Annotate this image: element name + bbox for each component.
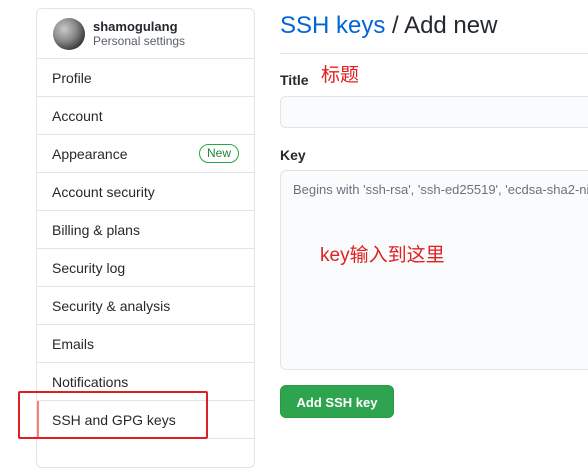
sidebar-item-security-analysis[interactable]: Security & analysis <box>37 287 254 325</box>
user-subtitle: Personal settings <box>93 33 186 48</box>
annotation-title-note: 标题 <box>321 65 360 86</box>
new-badge: New <box>198 144 239 163</box>
title-label: Title <box>280 72 309 88</box>
add-ssh-key-button[interactable]: Add SSH key <box>280 385 394 418</box>
key-label: Key <box>280 147 306 163</box>
avatar[interactable] <box>53 17 85 50</box>
sidebar-item-appearance[interactable]: Appearance New <box>37 135 254 173</box>
user-info: shamogulang Personal settings <box>93 19 185 49</box>
sidebar-item-billing[interactable]: Billing & plans <box>37 211 254 249</box>
sidebar-item-profile[interactable]: Profile <box>37 59 254 97</box>
annotation-highlight-box <box>18 391 208 439</box>
sidebar-item-label: Security log <box>52 259 126 276</box>
sidebar-item-emails[interactable]: Emails <box>37 325 254 363</box>
sidebar-item-security-log[interactable]: Security log <box>37 249 254 287</box>
user-header[interactable]: shamogulang Personal settings <box>37 9 254 59</box>
sidebar-item-label: Notifications <box>52 373 129 390</box>
sidebar-item-label: Account security <box>52 183 155 200</box>
sidebar-item-label: Profile <box>52 69 92 86</box>
key-textarea[interactable]: Begins with 'ssh-rsa', 'ssh-ed25519', 'e… <box>280 170 588 370</box>
sidebar-item-label: Appearance <box>52 145 128 162</box>
page-title: SSH keys / Add new <box>280 12 497 40</box>
sidebar-item-label: Billing & plans <box>52 221 140 238</box>
sidebar-item-account-security[interactable]: Account security <box>37 173 254 211</box>
sidebar-item-label: Account <box>52 107 103 124</box>
annotation-key-note: key输入到这里 <box>320 245 445 266</box>
breadcrumb-ssh-keys-link[interactable]: SSH keys <box>280 12 385 39</box>
sidebar-item-account[interactable]: Account <box>37 97 254 135</box>
username[interactable]: shamogulang <box>93 19 185 34</box>
title-divider <box>280 53 588 54</box>
sidebar-item-label: Emails <box>52 335 95 352</box>
title-input[interactable] <box>280 96 588 128</box>
breadcrumb-separator: / <box>392 12 399 39</box>
breadcrumb-current: Add new <box>404 12 498 39</box>
sidebar-item-label: Security & analysis <box>52 297 171 314</box>
